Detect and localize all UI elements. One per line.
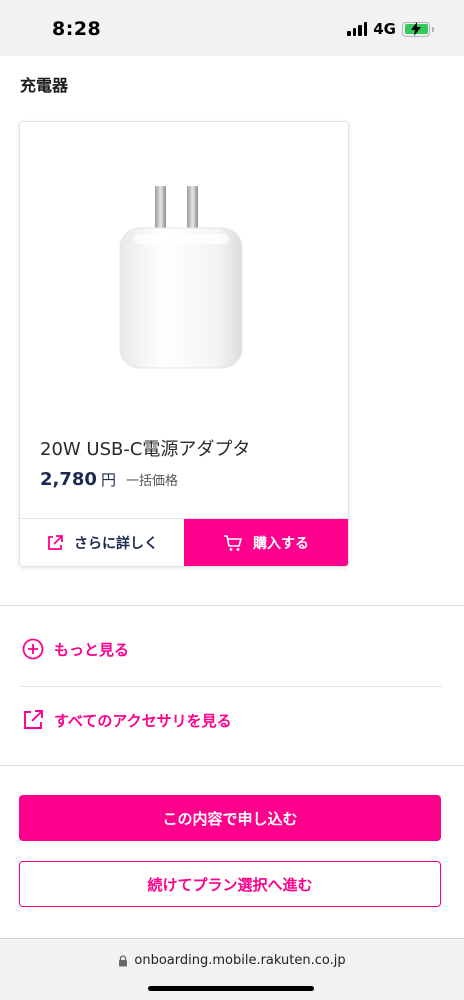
link-divider <box>20 686 442 687</box>
all-accessories-label: すべてのアクセサリを見る <box>54 711 232 730</box>
address-bar[interactable]: onboarding.mobile.rakuten.co.jp <box>0 953 464 968</box>
status-bar: 8:28 4G <box>0 0 464 56</box>
all-accessories-link[interactable]: すべてのアクセサリを見る <box>22 709 232 731</box>
status-time: 8:28 <box>52 18 102 40</box>
network-type: 4G <box>373 20 396 38</box>
product-card: 20W USB-C電源アダプタ 2,780 円 一括価格 さらに詳しく 購入する <box>19 121 349 567</box>
price-unit: 円 <box>100 471 116 489</box>
price-value: 2,780 <box>40 469 97 490</box>
more-link-label: もっと見る <box>54 640 130 659</box>
cellular-signal-icon <box>347 22 368 36</box>
external-link-icon <box>24 710 43 729</box>
status-indicators: 4G <box>347 20 434 38</box>
external-link-icon <box>48 534 63 550</box>
usb-c-power-adapter-image <box>119 186 243 369</box>
details-button-label: さらに詳しく <box>74 535 158 552</box>
section-title: 充電器 <box>20 76 69 95</box>
continue-plan-button[interactable]: 続けてプラン選択へ進む <box>19 861 441 907</box>
battery-icon <box>402 21 434 37</box>
details-button[interactable]: さらに詳しく <box>20 519 184 566</box>
buy-button-label: 購入する <box>253 535 309 552</box>
section-divider <box>0 765 464 766</box>
price-note: 一括価格 <box>125 474 178 489</box>
charging-bolt-icon <box>411 21 421 36</box>
lock-icon <box>119 954 128 966</box>
card-actions: さらに詳しく 購入する <box>20 518 348 566</box>
product-name: 20W USB-C電源アダプタ <box>40 439 251 460</box>
price-row: 2,780 円 一括価格 <box>40 469 178 490</box>
section-divider <box>0 605 464 606</box>
url-text: onboarding.mobile.rakuten.co.jp <box>134 953 346 968</box>
buy-button[interactable]: 購入する <box>184 519 348 566</box>
cart-icon <box>224 534 242 551</box>
browser-bar: onboarding.mobile.rakuten.co.jp <box>0 938 464 1000</box>
apply-button[interactable]: この内容で申し込む <box>19 795 441 841</box>
home-indicator[interactable] <box>148 986 314 991</box>
plus-circle-icon <box>22 638 44 660</box>
more-link[interactable]: もっと見る <box>22 638 129 660</box>
